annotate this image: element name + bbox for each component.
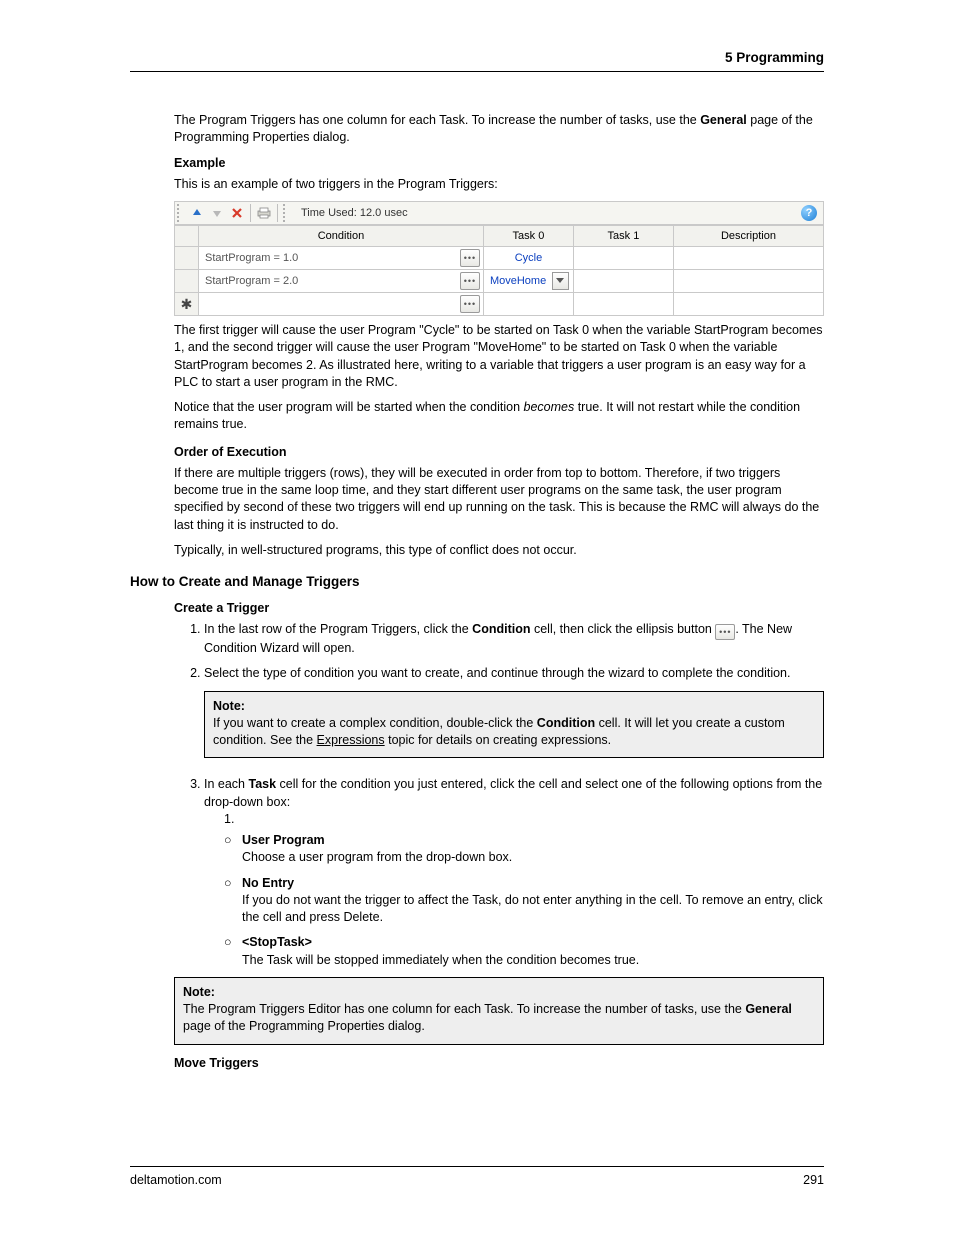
print-icon[interactable] <box>255 204 273 222</box>
text: The Program Triggers Editor has one colu… <box>183 1002 745 1016</box>
ellipsis-icon: ••• <box>715 624 735 640</box>
sub-ordinal: 1. <box>224 811 824 828</box>
condition-cell[interactable]: StartProgram = 2.0••• <box>199 270 484 293</box>
ellipsis-button[interactable]: ••• <box>460 272 480 290</box>
task0-cell[interactable]: MoveHome <box>483 270 573 293</box>
col-description: Description <box>673 226 823 247</box>
link-expressions[interactable]: Expressions <box>317 733 385 747</box>
ellipsis-button[interactable]: ••• <box>460 295 480 313</box>
example-intro: This is an example of two triggers in th… <box>174 176 824 193</box>
howto-heading: How to Create and Manage Triggers <box>130 573 824 592</box>
ellipsis-button[interactable]: ••• <box>460 249 480 267</box>
task0-value: MoveHome <box>488 275 552 287</box>
order-p1: If there are multiple triggers (rows), t… <box>174 465 824 534</box>
task0-value: Cycle <box>488 252 569 264</box>
page-header: 5 Programming <box>130 50 824 72</box>
condition-text: StartProgram = 2.0 <box>199 275 460 287</box>
row-selector[interactable] <box>175 247 199 270</box>
list-item: In each Task cell for the condition you … <box>204 776 824 969</box>
description-cell[interactable] <box>673 270 823 293</box>
note-box: Note: The Program Triggers Editor has on… <box>174 977 824 1045</box>
page-footer: deltamotion.com 291 <box>130 1166 824 1187</box>
order-p2: Typically, in well-structured programs, … <box>174 542 824 559</box>
task1-cell[interactable] <box>573 293 673 316</box>
toolbar-grip <box>283 204 291 222</box>
description-cell[interactable] <box>673 247 823 270</box>
col-condition: Condition <box>199 226 484 247</box>
triggers-table: Time Used: 12.0 usec ? Condition Task 0 … <box>174 201 824 316</box>
condition-cell[interactable]: ••• <box>199 293 484 316</box>
text-bold: General <box>700 113 747 127</box>
option-desc: The Task will be stopped immediately whe… <box>242 953 639 967</box>
list-item: Select the type of condition you want to… <box>204 665 824 758</box>
separator <box>250 204 251 222</box>
example-after-1: The first trigger will cause the user Pr… <box>174 322 824 391</box>
toolbar-grip <box>177 204 185 222</box>
table-header-row: Condition Task 0 Task 1 Description <box>175 226 824 247</box>
create-steps: In the last row of the Program Triggers,… <box>204 621 824 969</box>
text-bold: Task <box>248 777 276 791</box>
option-title: <StopTask> <box>242 935 312 949</box>
note-title: Note: <box>183 985 215 999</box>
text-bold: Condition <box>472 622 530 636</box>
option-stop-task: ○<StopTask>The Task will be stopped imme… <box>224 934 824 969</box>
text-italic: becomes <box>524 400 575 414</box>
footer-page: 291 <box>803 1173 824 1187</box>
condition-text: StartProgram = 1.0 <box>199 252 460 264</box>
separator <box>277 204 278 222</box>
text: topic for details on creating expression… <box>385 733 612 747</box>
row-selector-header <box>175 226 199 247</box>
text: Notice that the user program will be sta… <box>174 400 524 414</box>
example-heading: Example <box>174 155 824 172</box>
footer-site: deltamotion.com <box>130 1173 222 1187</box>
text: If you want to create a complex conditio… <box>213 716 537 730</box>
option-desc: If you do not want the trigger to affect… <box>242 893 823 924</box>
option-title: User Program <box>242 833 325 847</box>
move-up-icon[interactable] <box>188 204 206 222</box>
col-task1: Task 1 <box>573 226 673 247</box>
option-no-entry: ○No EntryIf you do not want the trigger … <box>224 875 824 927</box>
order-heading: Order of Execution <box>174 444 824 461</box>
table-row: StartProgram = 1.0••• Cycle <box>175 247 824 270</box>
option-desc: Choose a user program from the drop-down… <box>242 850 512 864</box>
text-bold: Condition <box>537 716 595 730</box>
dropdown-icon[interactable] <box>552 272 569 290</box>
text: cell for the condition you just entered,… <box>204 777 822 808</box>
note-title: Note: <box>213 699 245 713</box>
example-after-2: Notice that the user program will be sta… <box>174 399 824 434</box>
task1-cell[interactable] <box>573 247 673 270</box>
create-heading: Create a Trigger <box>174 600 824 617</box>
intro-paragraph: The Program Triggers has one column for … <box>174 112 824 147</box>
task0-cell[interactable] <box>483 293 573 316</box>
option-user-program: ○User ProgramChoose a user program from … <box>224 832 824 867</box>
toolbar: Time Used: 12.0 usec ? <box>175 202 823 225</box>
help-icon[interactable]: ? <box>801 205 817 221</box>
time-used-label: Time Used: 12.0 usec <box>293 207 408 219</box>
text: In the last row of the Program Triggers,… <box>204 622 472 636</box>
text: Select the type of condition you want to… <box>204 666 790 680</box>
table-row-new: ✱ ••• <box>175 293 824 316</box>
table-row: StartProgram = 2.0••• MoveHome <box>175 270 824 293</box>
row-selector[interactable]: ✱ <box>175 293 199 316</box>
text: The Program Triggers has one column for … <box>174 113 700 127</box>
option-title: No Entry <box>242 876 294 890</box>
list-item: In the last row of the Program Triggers,… <box>204 621 824 657</box>
row-selector[interactable] <box>175 270 199 293</box>
task1-cell[interactable] <box>573 270 673 293</box>
text: page of the Programming Properties dialo… <box>183 1019 425 1033</box>
col-task0: Task 0 <box>483 226 573 247</box>
move-heading: Move Triggers <box>174 1055 824 1072</box>
text-bold: General <box>745 1002 792 1016</box>
move-down-icon[interactable] <box>208 204 226 222</box>
description-cell[interactable] <box>673 293 823 316</box>
condition-cell[interactable]: StartProgram = 1.0••• <box>199 247 484 270</box>
task0-cell[interactable]: Cycle <box>483 247 573 270</box>
text: In each <box>204 777 248 791</box>
text: cell, then click the ellipsis button <box>531 622 716 636</box>
new-row-icon: ✱ <box>181 296 193 312</box>
delete-icon[interactable] <box>228 204 246 222</box>
note-box: Note: If you want to create a complex co… <box>204 691 824 759</box>
